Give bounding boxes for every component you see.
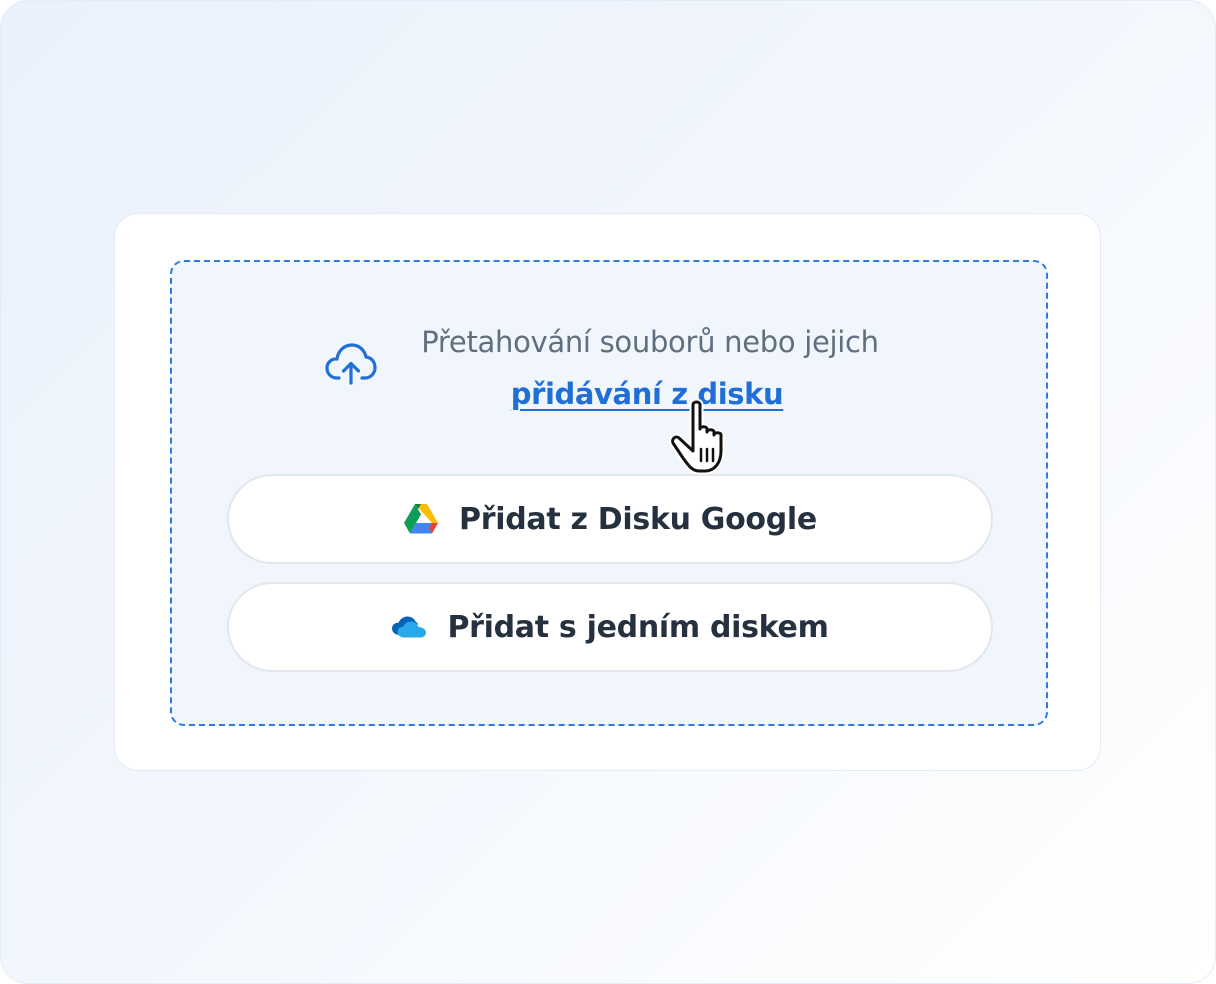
file-dropzone[interactable]: Přetahování souborů nebo jejich přidáván… [170, 260, 1048, 726]
hand-pointer-icon [669, 399, 725, 475]
add-from-google-drive-button[interactable]: Přidat z Disku Google [227, 474, 993, 564]
cloud-upload-icon [325, 343, 377, 385]
onedrive-button-label: Přidat s jedním diskem [447, 609, 829, 645]
background-frame: Přetahování souborů nebo jejich přidáván… [0, 0, 1216, 984]
google-drive-icon [404, 504, 439, 534]
add-from-onedrive-button[interactable]: Přidat s jedním diskem [227, 582, 993, 672]
google-drive-button-label: Přidat z Disku Google [459, 501, 817, 537]
upload-card: Přetahování souborů nebo jejich přidáván… [114, 213, 1101, 771]
add-from-disk-link[interactable]: přidávání z disku [452, 372, 842, 416]
onedrive-icon [392, 616, 427, 638]
dropzone-prompt: Přetahování souborů nebo jejich [421, 325, 879, 359]
